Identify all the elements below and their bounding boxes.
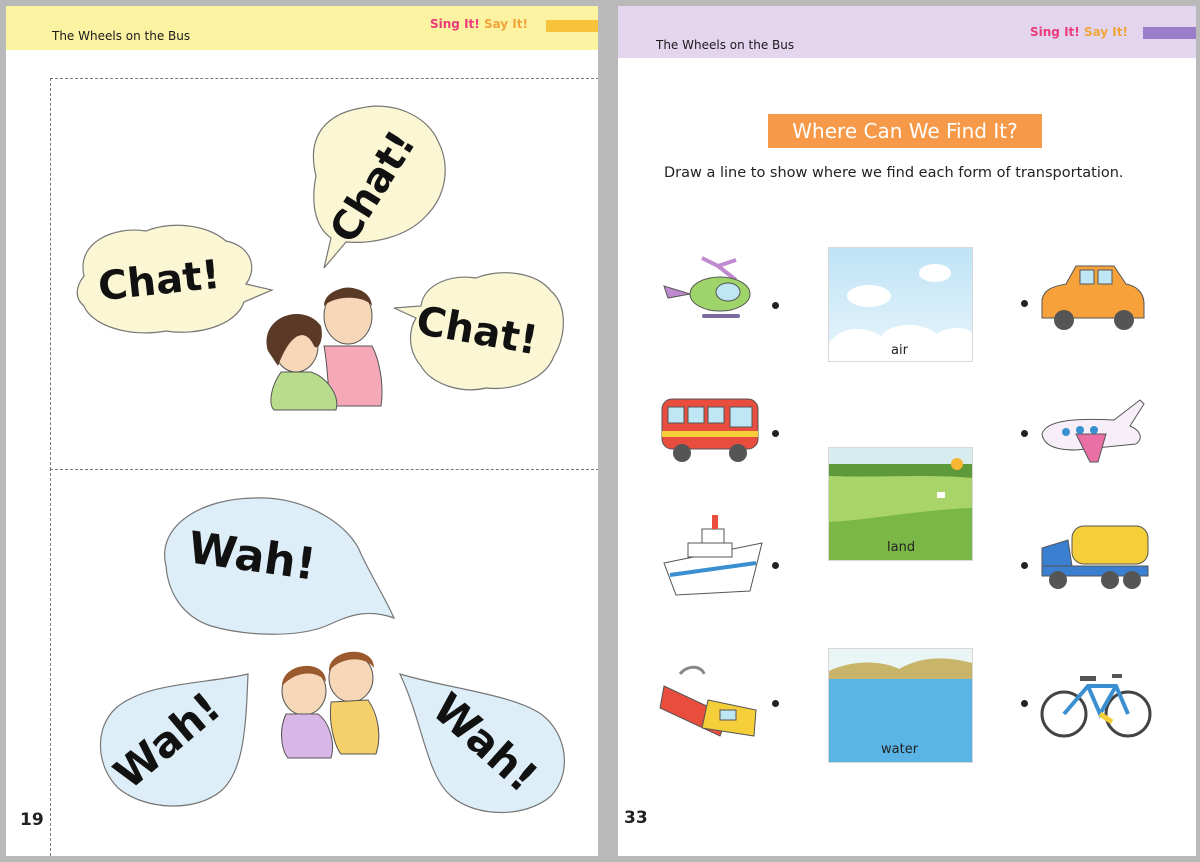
- page-number: 33: [624, 808, 648, 828]
- scene-air: air: [828, 247, 973, 362]
- series-logo: Sing It! Say It!: [1030, 25, 1128, 39]
- helicopter-icon: [663, 256, 751, 318]
- truck-icon: [1041, 525, 1149, 589]
- train-icon: [659, 665, 757, 737]
- match-dot[interactable]: [1021, 562, 1028, 569]
- bus-icon: [661, 398, 759, 462]
- car-icon: [1041, 265, 1145, 330]
- left-page: The Wheels on the Bus Sing It! Say It! C…: [6, 6, 598, 856]
- activity-title: Where Can We Find It?: [768, 114, 1042, 148]
- ship-icon: [663, 515, 763, 596]
- match-dot[interactable]: [1021, 430, 1028, 437]
- scene-label-land: land: [887, 540, 916, 555]
- scene-water: water: [828, 648, 973, 763]
- match-dot[interactable]: [772, 430, 779, 437]
- instructions: Draw a line to show where we find each f…: [664, 165, 1124, 181]
- match-dot[interactable]: [772, 562, 779, 569]
- scene-label-water: water: [881, 742, 919, 757]
- crying-kids-illustration: [281, 651, 380, 759]
- header-accent-bar: [1143, 27, 1196, 39]
- scene-label-air: air: [891, 343, 908, 358]
- airplane-icon: [1041, 399, 1145, 463]
- bicycle-icon: [1040, 674, 1152, 738]
- scene-land: land: [828, 447, 973, 561]
- match-dot[interactable]: [772, 302, 779, 309]
- header-bar: The Wheels on the Bus Sing It! Say It!: [618, 6, 1196, 58]
- header-title: The Wheels on the Bus: [656, 38, 795, 52]
- page-number: 19: [20, 810, 44, 830]
- match-dot[interactable]: [1021, 300, 1028, 307]
- match-dot[interactable]: [1021, 700, 1028, 707]
- couple-illustration: [266, 287, 383, 411]
- match-dot[interactable]: [772, 700, 779, 707]
- right-page: The Wheels on the Bus Sing It! Say It! W…: [618, 6, 1196, 856]
- panel-illustrations: [76, 105, 565, 813]
